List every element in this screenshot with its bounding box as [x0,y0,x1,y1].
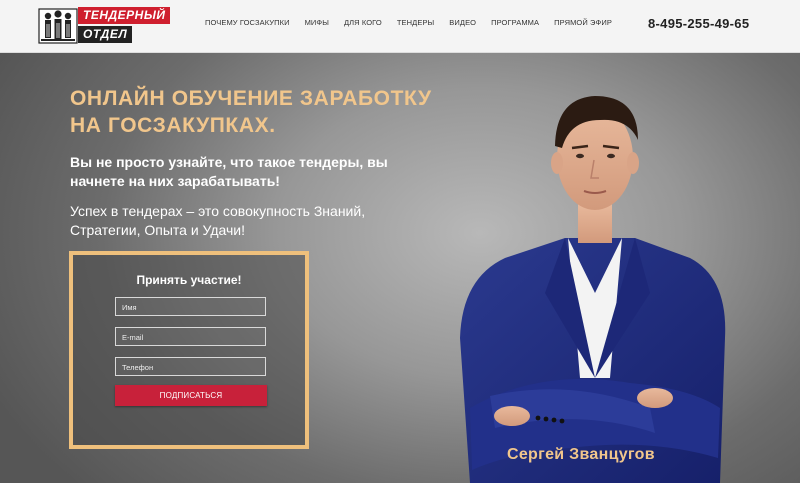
hero-section: ОНЛАЙН ОБУЧЕНИЕ ЗАРАБОТКУ НА ГОСЗАКУПКАХ… [0,53,800,483]
email-field[interactable]: E-mail [115,327,266,346]
hero-subtitle: Успех в тендерах – это совокупность Знан… [70,203,366,238]
nav-item-video[interactable]: ВИДЕО [449,18,476,28]
nav-item-live[interactable]: ПРЯМОЙ ЭФИР [554,18,612,28]
subscribe-button[interactable]: ПОДПИСАТЬСЯ [115,385,267,406]
main-nav: ПОЧЕМУ ГОСЗАКУПКИ МИФЫ ДЛЯ КОГО ТЕНДЕРЫ … [205,18,627,28]
presenter-photo [460,96,726,483]
nav-item-program[interactable]: ПРОГРАММА [491,18,539,28]
name-field[interactable]: Имя [115,297,266,316]
logo-text-bottom: ОТДЕЛ [78,26,133,43]
logo-text-top: ТЕНДЕРНЫЙ [78,7,171,24]
logo[interactable]: ТЕНДЕРНЫЙ ОТДЕЛ [38,5,171,45]
form-title: Принять участие! [136,273,242,287]
phone-field[interactable]: Телефон [115,357,266,376]
nav-item-why-procurement[interactable]: ПОЧЕМУ ГОСЗАКУПКИ [205,18,290,28]
signup-form: Принять участие! Имя E-mail Телефон ПОДП… [69,251,309,449]
hero-title: ОНЛАЙН ОБУЧЕНИЕ ЗАРАБОТКУ НА ГОСЗАКУПКАХ… [70,87,432,137]
presenter-name: Сергей Званцугов [507,446,655,463]
nav-item-tenders[interactable]: ТЕНДЕРЫ [397,18,434,28]
nav-item-myths[interactable]: МИФЫ [305,18,329,28]
nav-item-for-whom[interactable]: ДЛЯ КОГО [344,18,382,28]
phone-number[interactable]: 8-495-255-49-65 [648,16,749,31]
site-header: ТЕНДЕРНЫЙ ОТДЕЛ ПОЧЕМУ ГОСЗАКУПКИ МИФЫ Д… [0,0,800,53]
people-building-icon [38,8,78,44]
hero-lead: Вы не просто узнайте, что такое тендеры,… [70,154,388,189]
